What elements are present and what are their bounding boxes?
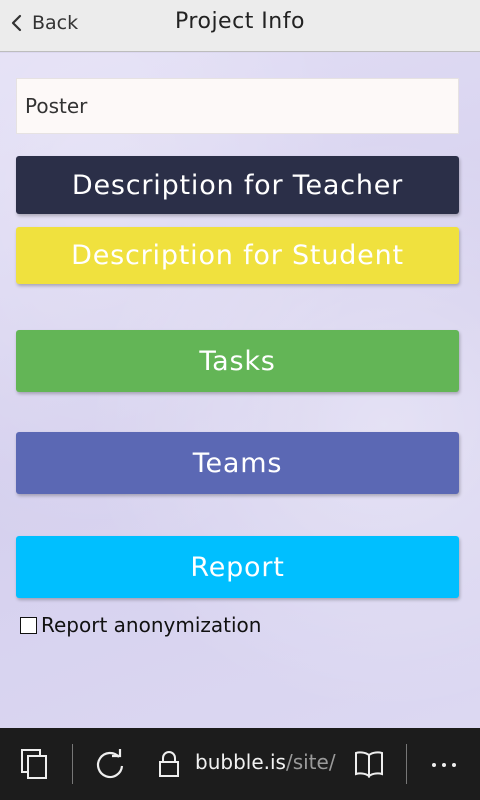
browser-bottom-bar: bubble.is/site/ <box>0 728 480 800</box>
app-header: Back Project Info <box>0 0 480 52</box>
address-bar[interactable]: bubble.is/site/ <box>195 750 336 774</box>
tasks-button[interactable]: Tasks <box>16 330 459 392</box>
separator <box>406 744 407 784</box>
description-for-student-button[interactable]: Description for Student <box>16 227 459 284</box>
page-title: Project Info <box>175 9 305 34</box>
separator <box>72 744 73 784</box>
project-name-input[interactable] <box>16 78 459 134</box>
report-anonymization-checkbox[interactable] <box>20 616 37 634</box>
description-for-teacher-button[interactable]: Description for Teacher <box>16 156 459 214</box>
lock-icon <box>159 751 179 777</box>
reading-view-icon[interactable] <box>354 750 384 778</box>
report-button[interactable]: Report <box>16 536 459 598</box>
tabs-icon[interactable] <box>20 748 50 780</box>
url-path: /site/ <box>285 750 336 774</box>
main-content: Description for Teacher Description for … <box>0 53 480 728</box>
refresh-icon[interactable] <box>93 748 127 782</box>
more-icon[interactable] <box>430 761 458 769</box>
report-anonymization-option[interactable]: Report anonymization <box>20 613 261 637</box>
url-host: bubble.is <box>195 750 286 774</box>
report-anonymization-label: Report anonymization <box>41 613 262 637</box>
teams-button[interactable]: Teams <box>16 432 459 494</box>
